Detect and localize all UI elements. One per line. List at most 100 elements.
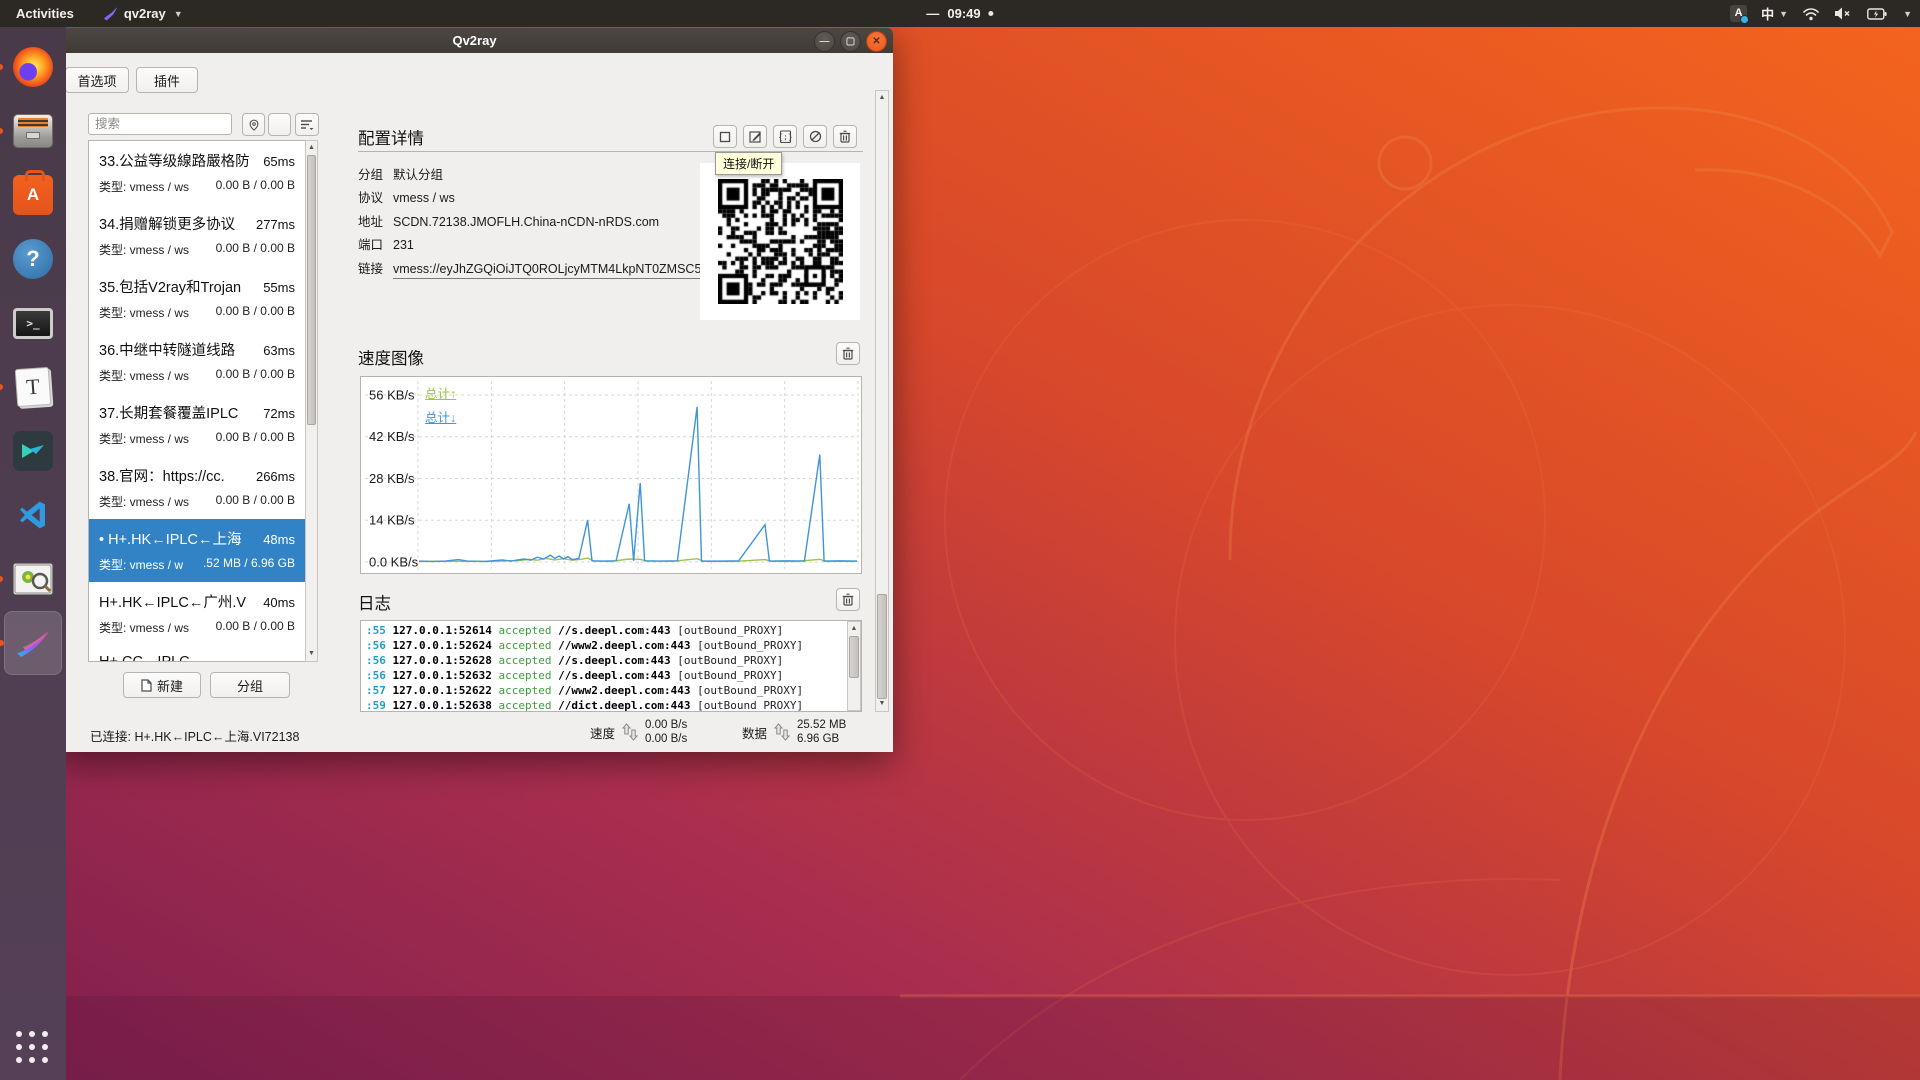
clock[interactable]: — 09:49 — [926, 0, 993, 27]
server-item-0[interactable]: 33.公益等级線路嚴格防65ms类型: vmess / ws0.00 B / 0… — [89, 141, 317, 204]
system-menu-chevron-icon[interactable]: ▼ — [1903, 9, 1912, 19]
dock-item-firefox[interactable] — [4, 35, 62, 99]
server-traffic: 0.00 B / 0.00 B — [216, 493, 295, 510]
scrollbar-thumb[interactable] — [849, 636, 859, 678]
volume-muted-icon[interactable] — [1834, 6, 1853, 21]
server-item-8[interactable]: H+.CC←IPLC← — [89, 645, 317, 662]
blank-filter-button[interactable] — [268, 113, 291, 136]
app-menu[interactable]: qv2ray ▼ — [104, 6, 183, 21]
clear-chart-button[interactable] — [836, 342, 860, 365]
server-item-7[interactable]: H+.HK←IPLC←广州.V40ms类型: vmess / ws0.00 B … — [89, 582, 317, 645]
field-link-value[interactable]: vmess://eyJhZGQiOiJTQ0ROLjcyMTM4LkpNT0ZM… — [393, 262, 705, 279]
delete-icon — [839, 130, 851, 143]
close-button[interactable]: ✕ — [866, 31, 887, 52]
new-document-icon — [141, 679, 152, 692]
show-applications-button[interactable] — [0, 1022, 66, 1074]
dock-item-vscode[interactable] — [4, 483, 62, 547]
legend-total-down[interactable]: 总计↓ — [425, 407, 456, 426]
server-traffic: 0.00 B / 0.00 B — [216, 619, 295, 636]
scroll-up-icon[interactable]: ▲ — [876, 92, 888, 104]
server-type: 类型: vmess / ws — [99, 367, 189, 384]
running-indicator-dot — [0, 640, 4, 646]
delete-button[interactable] — [833, 125, 857, 148]
dock-item-screenshot[interactable] — [4, 547, 62, 611]
firefox-icon — [13, 47, 53, 87]
field-port-label: 端口 — [358, 234, 383, 253]
qv2ray-window: Qv2ray — ▢ ✕ 首选项 插件 33.公益等级線路嚴格防65ms类型: … — [56, 28, 893, 752]
speed-chart: 56 KB/s42 KB/s28 KB/s14 KB/s0.0 KB/s 总计↑… — [360, 376, 862, 574]
maximize-button[interactable]: ▢ — [840, 31, 861, 52]
server-traffic: 0.00 B / 0.00 B — [216, 430, 295, 447]
server-type: 类型: vmess / ws — [99, 493, 189, 510]
log-line: :56 127.0.0.1:52624 accepted //www2.deep… — [366, 639, 861, 654]
speed-heading: 速度图像 — [358, 345, 424, 369]
clock-time: 09:49 — [947, 6, 980, 21]
dock-item-qv2ray[interactable] — [4, 611, 62, 675]
dock-item-text-editor[interactable]: T — [4, 355, 62, 419]
server-latency: 40ms — [263, 595, 295, 610]
scroll-up-icon[interactable]: ▲ — [848, 623, 860, 635]
scroll-down-icon[interactable]: ▼ — [876, 698, 888, 710]
server-item-6[interactable]: • H+.HK←IPLC←上海48ms类型: vmess / w.52 MB /… — [89, 519, 317, 582]
group-button[interactable]: 分组 — [210, 672, 290, 698]
window-titlebar[interactable]: Qv2ray — ▢ ✕ — [56, 28, 893, 53]
scrollbar-thumb[interactable] — [307, 155, 316, 425]
server-traffic: 0.00 B / 0.00 B — [216, 178, 295, 195]
group-label: 分组 — [237, 676, 263, 695]
json-edit-icon: {;} — [779, 130, 792, 143]
log-output[interactable]: :55 127.0.0.1:52614 accepted //s.deepl.c… — [360, 620, 862, 712]
battery-icon[interactable] — [1867, 8, 1887, 20]
svg-text:0.0 KB/s: 0.0 KB/s — [369, 555, 419, 570]
server-item-4[interactable]: 37.长期套餐覆盖IPLC72ms类型: vmess / ws0.00 B / … — [89, 393, 317, 456]
new-server-button[interactable]: 新建 — [123, 672, 201, 698]
clear-log-button[interactable] — [836, 588, 860, 611]
dock-item-ubuntu-software[interactable]: A — [4, 163, 62, 227]
language-label: 中 — [1761, 4, 1774, 23]
minimize-button[interactable]: — — [814, 31, 835, 52]
data-down-value: 6.96 GB — [797, 732, 846, 746]
running-indicator-dot — [0, 128, 3, 134]
tab-preferences[interactable]: 首选项 — [65, 67, 129, 93]
location-pin-button[interactable] — [242, 113, 265, 136]
connect-toggle-button[interactable] — [713, 125, 737, 148]
speed-label: 速度 — [590, 723, 615, 742]
scrollbar-thumb[interactable] — [877, 594, 887, 699]
edit-button[interactable] — [743, 125, 767, 148]
server-item-2[interactable]: 35.包括V2ray和Trojan55ms类型: vmess / ws0.00 … — [89, 267, 317, 330]
scroll-down-icon[interactable]: ▼ — [306, 648, 317, 660]
json-edit-button[interactable]: {;} — [773, 125, 797, 148]
svg-text:28 KB/s: 28 KB/s — [369, 471, 415, 486]
server-latency: 65ms — [263, 154, 295, 169]
sort-button[interactable] — [295, 113, 319, 136]
language-indicator[interactable]: 中 ▼ — [1761, 4, 1788, 23]
dock-item-files[interactable] — [4, 99, 62, 163]
dock-item-dev-app[interactable] — [4, 419, 62, 483]
main-scrollbar[interactable]: ▲ ▼ — [875, 90, 889, 712]
server-type: 类型: vmess / ws — [99, 430, 189, 447]
text-editor-icon: T — [15, 367, 52, 407]
server-list-scrollbar[interactable]: ▲ ▼ — [305, 140, 318, 662]
field-group-label: 分组 — [358, 164, 383, 183]
new-server-label: 新建 — [157, 676, 183, 695]
input-method-icon[interactable]: A — [1730, 5, 1747, 22]
desktop: Activities qv2ray ▼ — 09:49 A 中 ▼ — [0, 0, 1920, 1080]
scroll-up-icon[interactable]: ▲ — [306, 142, 317, 154]
dock-item-help[interactable]: ? — [4, 227, 62, 291]
server-item-5[interactable]: 38.官网：https://cc.266ms类型: vmess / ws0.00… — [89, 456, 317, 519]
connection-status: 已连接: H+.HK←IPLC←上海.VI72138 — [90, 726, 299, 745]
latency-test-button[interactable] — [803, 125, 827, 148]
dock-item-terminal[interactable]: >_ — [4, 291, 62, 355]
server-item-3[interactable]: 36.中继中转隧道线路63ms类型: vmess / ws0.00 B / 0.… — [89, 330, 317, 393]
activities-button[interactable]: Activities — [12, 6, 78, 21]
server-type: 类型: vmess / ws — [99, 304, 189, 321]
search-input[interactable] — [88, 113, 232, 135]
running-indicator-dot — [0, 384, 3, 390]
latency-test-icon — [809, 130, 822, 143]
log-scrollbar[interactable]: ▲ — [847, 621, 861, 711]
legend-total-up[interactable]: 总计↑ — [425, 383, 456, 402]
server-item-1[interactable]: 34.捐赠解锁更多协议277ms类型: vmess / ws0.00 B / 0… — [89, 204, 317, 267]
server-type: 类型: vmess / ws — [99, 178, 189, 195]
wifi-icon[interactable] — [1802, 7, 1820, 21]
tab-plugins[interactable]: 插件 — [136, 67, 198, 93]
trash-icon — [842, 593, 854, 606]
